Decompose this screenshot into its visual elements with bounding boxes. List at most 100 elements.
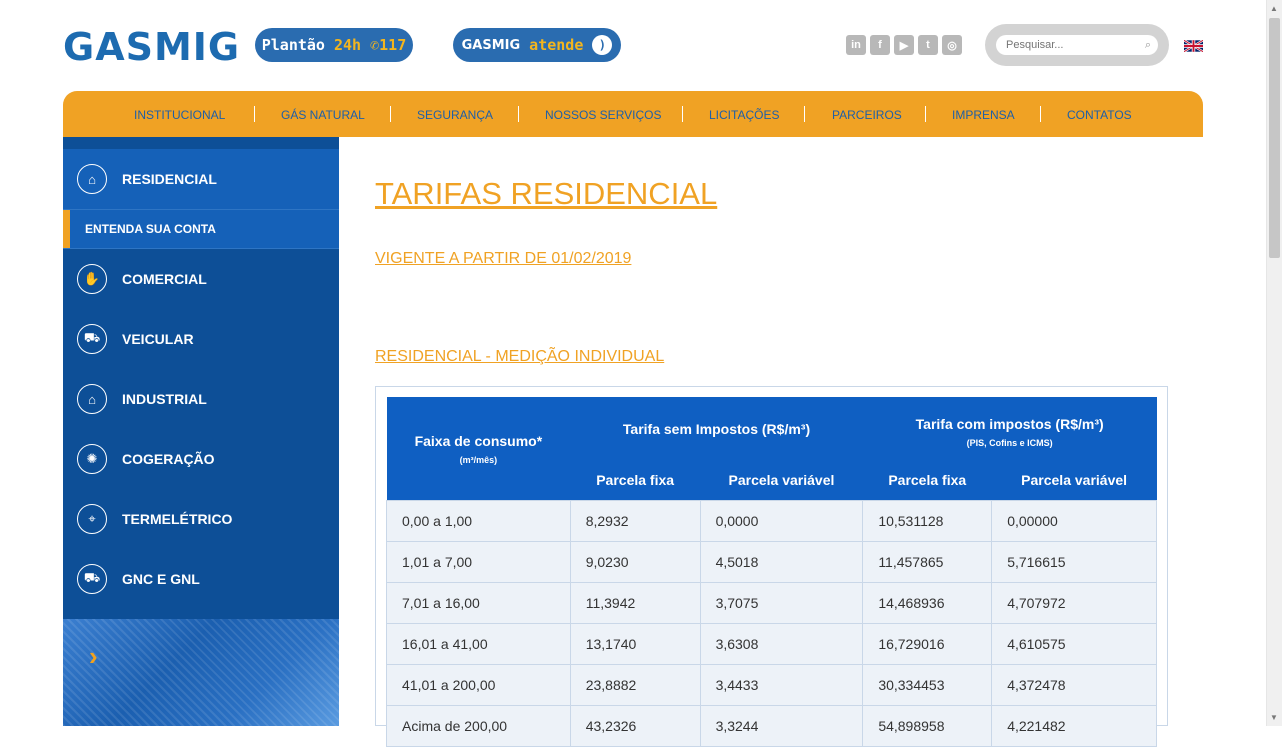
nav-divider	[518, 106, 519, 122]
sidebar-item-cogeracao[interactable]: ✺ COGERAÇÃO	[63, 429, 339, 489]
sidebar-subitem-entenda-sua-conta[interactable]: ENTENDA SUA CONTA	[63, 209, 339, 249]
nav-divider	[682, 106, 683, 122]
table-cell: 41,01 a 200,00	[386, 664, 571, 706]
handshake-icon: ✋	[77, 264, 107, 294]
sidebar: ⌂ RESIDENCIAL ENTENDA SUA CONTA ✋ COMERC…	[63, 137, 339, 726]
factory-icon: ⌂	[77, 384, 107, 414]
nav-institucional[interactable]: INSTITUCIONAL	[134, 108, 225, 122]
plant-icon: ⌖	[77, 504, 107, 534]
page: GASMIG Plantão 24h ✆ 117 GASMIG atende ) …	[0, 0, 1266, 747]
sidebar-item-residencial[interactable]: ⌂ RESIDENCIAL	[63, 149, 339, 209]
header-parcela-variavel: Parcela variável	[700, 460, 863, 501]
sidebar-item-label: RESIDENCIAL	[122, 171, 217, 187]
phone-icon: ✆	[370, 36, 380, 54]
sidebar-item-label: COMERCIAL	[122, 271, 207, 287]
youtube-icon[interactable]: ▶	[894, 35, 914, 55]
gasmig-atende-button[interactable]: GASMIG atende )	[453, 28, 621, 62]
vigente-subtitle: VIGENTE A PARTIR DE 01/02/2019	[375, 250, 632, 267]
active-indicator	[63, 210, 70, 248]
sidebar-item-comercial[interactable]: ✋ COMERCIAL	[63, 249, 339, 309]
table-cell: 3,4433	[699, 664, 864, 706]
lightbulb-icon: ✺	[77, 444, 107, 474]
facebook-icon[interactable]: f	[870, 35, 890, 55]
table-cell: 3,3244	[699, 705, 864, 747]
table-cell: 0,00000	[991, 500, 1157, 542]
sidebar-item-veicular[interactable]: ⛟ VEICULAR	[63, 309, 339, 369]
search-input[interactable]	[996, 35, 1158, 55]
table-cell: 43,2326	[569, 705, 701, 747]
banner-texture	[63, 619, 339, 726]
plantao-24h-button[interactable]: Plantão 24h ✆ 117	[255, 28, 413, 62]
table-cell: 9,0230	[569, 541, 701, 583]
table-row: 16,01 a 41,00 13,1740 3,6308 16,729016 4…	[386, 623, 1157, 665]
sidebar-item-label: COGERAÇÃO	[122, 451, 215, 467]
header-com-impostos-note: (PIS, Cofins e ICMS)	[966, 437, 1053, 448]
nav-divider	[925, 106, 926, 122]
sidebar-item-label: INDUSTRIAL	[122, 391, 207, 407]
table-cell: 4,221482	[991, 705, 1157, 747]
tanker-icon: ⛟	[77, 564, 107, 594]
table-cell: 4,5018	[699, 541, 864, 583]
table-cell: 7,01 a 16,00	[386, 582, 571, 624]
header-sem-impostos: Tarifa sem Impostos (R$/m³)	[570, 397, 863, 461]
header-faixa-label: Faixa de consumo*	[414, 432, 543, 449]
header-faixa: Faixa de consumo* (m³/mês)	[386, 397, 571, 501]
nav-licitacoes[interactable]: LICITAÇÕES	[709, 108, 779, 122]
table-cell: 4,610575	[991, 623, 1157, 665]
table-cell: 14,468936	[862, 582, 993, 624]
nav-contatos[interactable]: CONTATOS	[1067, 108, 1132, 122]
scrollbar-thumb[interactable]	[1269, 18, 1280, 258]
tarifas-table: Faixa de consumo* (m³/mês) Tarifa sem Im…	[386, 397, 1157, 747]
scroll-up-icon[interactable]: ▲	[1270, 4, 1278, 13]
table-cell: 16,729016	[862, 623, 993, 665]
header-com-impostos: Tarifa com impostos (R$/m³) (PIS, Cofins…	[862, 397, 1157, 461]
sidebar-banner[interactable]: ›	[63, 619, 339, 726]
main-nav: INSTITUCIONAL GÁS NATURAL SEGURANÇA NOSS…	[63, 91, 1203, 137]
instagram-icon[interactable]: ◎	[942, 35, 962, 55]
table-row: 41,01 a 200,00 23,8882 3,4433 30,334453 …	[386, 664, 1157, 706]
table-cell: 10,531128	[862, 500, 993, 542]
sidebar-item-label: VEICULAR	[122, 331, 194, 347]
table-cell: 30,334453	[862, 664, 993, 706]
plantao-hours: 24h	[334, 36, 362, 54]
linkedin-icon[interactable]: in	[846, 35, 866, 55]
chevron-right-icon[interactable]: ›	[89, 641, 98, 672]
table-cell: Acima de 200,00	[386, 705, 571, 747]
page-scrollbar[interactable]: ▲ ▼	[1266, 0, 1282, 726]
atende-brand: GASMIG	[461, 37, 521, 53]
page-title: TARIFAS RESIDENCIAL	[375, 176, 718, 211]
gasmig-logo[interactable]: GASMIG	[63, 24, 240, 70]
sidebar-item-label: GNC E GNL	[122, 571, 200, 587]
table-cell: 0,0000	[699, 500, 864, 542]
header-com-impostos-label: Tarifa com impostos (R$/m³)	[915, 415, 1104, 432]
table-cell: 1,01 a 7,00	[386, 541, 571, 583]
header-faixa-unit: (m³/mês)	[459, 454, 498, 465]
sidebar-item-label: TERMELÉTRICO	[122, 511, 233, 527]
nav-divider	[390, 106, 391, 122]
table-cell: 0,00 a 1,00	[386, 500, 571, 542]
atende-label: atende	[529, 36, 584, 54]
nav-parceiros[interactable]: PARCEIROS	[832, 108, 902, 122]
table-cell: 8,2932	[569, 500, 701, 542]
plantao-label: Plantão	[261, 36, 325, 54]
table-cell: 3,7075	[699, 582, 864, 624]
nav-seguranca[interactable]: SEGURANÇA	[417, 108, 493, 122]
search-icon[interactable]: ⌕	[1145, 39, 1151, 52]
sidebar-item-industrial[interactable]: ⌂ INDUSTRIAL	[63, 369, 339, 429]
social-links: in f ▶ t ◎	[846, 35, 962, 55]
scroll-down-icon[interactable]: ▼	[1270, 713, 1278, 722]
plantao-phone: 117	[379, 36, 407, 54]
table-row: 0,00 a 1,00 8,2932 0,0000 10,531128 0,00…	[386, 500, 1157, 542]
uk-flag-icon[interactable]	[1184, 40, 1203, 52]
table-cell: 23,8882	[569, 664, 701, 706]
nav-imprensa[interactable]: IMPRENSA	[952, 108, 1015, 122]
twitter-icon[interactable]: t	[918, 35, 938, 55]
nav-gas-natural[interactable]: GÁS NATURAL	[281, 108, 365, 122]
sidebar-subitem-label: ENTENDA SUA CONTA	[85, 222, 216, 236]
sidebar-item-gnc-gnl[interactable]: ⛟ GNC E GNL	[63, 549, 339, 609]
header-parcela-fixa: Parcela fixa	[862, 460, 992, 501]
header-parcela-variavel: Parcela variável	[991, 460, 1157, 501]
sidebar-item-termeletrico[interactable]: ⌖ TERMELÉTRICO	[63, 489, 339, 549]
nav-nossos-servicos[interactable]: NOSSOS SERVIÇOS	[545, 108, 661, 122]
search-box: ⌕	[985, 24, 1169, 66]
